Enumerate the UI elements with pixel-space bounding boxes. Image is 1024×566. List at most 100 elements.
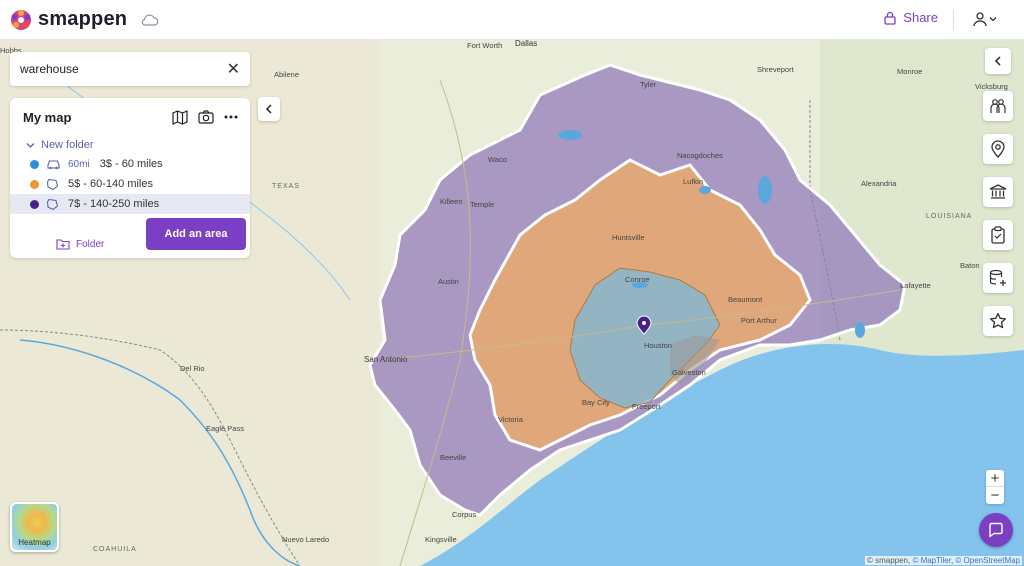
- heatmap-toggle[interactable]: Heatmap: [10, 502, 59, 552]
- polygon-icon: [46, 197, 62, 211]
- more-options-icon[interactable]: [224, 115, 238, 119]
- search-input[interactable]: [20, 62, 227, 76]
- attribution-prefix: © smappen,: [866, 556, 913, 565]
- map-pin-icon: [991, 140, 1005, 158]
- maptiler-link[interactable]: © MapTiler: [912, 556, 951, 565]
- city-label: Vicksburg: [975, 82, 1008, 91]
- zoom-out-button[interactable]: −: [986, 487, 1004, 504]
- user-menu-button[interactable]: [972, 11, 998, 27]
- logo[interactable]: smappen: [10, 8, 127, 31]
- camera-icon[interactable]: [198, 110, 214, 124]
- map-attribution: © smappen, © MapTiler, © OpenStreetMap: [864, 556, 1022, 565]
- area-row[interactable]: 60mi 3$ - 60 miles: [10, 154, 250, 174]
- demographics-button[interactable]: [983, 91, 1013, 121]
- star-icon: [989, 312, 1007, 329]
- area-color-dot: [30, 199, 39, 209]
- region-label: COAHUILA: [93, 546, 137, 553]
- city-label: Temple: [470, 200, 495, 209]
- area-color-dot: [30, 159, 39, 169]
- clipboard-icon: [991, 226, 1005, 244]
- city-label: Tyler: [640, 80, 657, 89]
- city-label: Nacogdoches: [677, 151, 723, 160]
- city-label: Waco: [488, 155, 507, 164]
- app-name: smappen: [38, 8, 128, 30]
- add-data-button[interactable]: [983, 263, 1013, 293]
- city-label: Freeport: [632, 402, 661, 411]
- institutions-button[interactable]: [983, 177, 1013, 207]
- city-label: Nuevo Laredo: [282, 535, 330, 544]
- folder-button-label: Folder: [76, 238, 105, 250]
- header-divider: [953, 10, 954, 30]
- clear-search-icon[interactable]: ✕: [227, 59, 240, 79]
- city-label: Eagle Pass: [206, 424, 244, 433]
- share-label: Share: [903, 10, 938, 25]
- chevron-left-icon: [994, 56, 1001, 66]
- area-label: 5$ - 60-140 miles: [68, 178, 153, 190]
- area-row[interactable]: 5$ - 60-140 miles: [10, 174, 250, 194]
- city-label: Dallas: [515, 40, 538, 48]
- city-label: Shreveport: [757, 65, 794, 74]
- database-plus-icon: [989, 269, 1006, 286]
- zoom-in-button[interactable]: +: [986, 470, 1004, 487]
- my-map-panel: My map New folder 60mi 3$ - 60 miles 5$ …: [10, 98, 250, 258]
- favorites-button[interactable]: [983, 306, 1013, 336]
- bank-icon: [989, 184, 1007, 199]
- city-label: Del Rio: [180, 364, 205, 373]
- search-box: ✕: [10, 52, 250, 86]
- city-label: Lafayette: [900, 281, 931, 290]
- city-label: San Antonio: [364, 355, 408, 364]
- city-label: Alexandria: [861, 179, 897, 188]
- chevron-down-icon: [989, 17, 997, 22]
- city-label: Baton: [960, 261, 980, 270]
- panel-title: My map: [23, 109, 72, 125]
- map-view-icon[interactable]: [172, 109, 188, 125]
- chat-button[interactable]: [979, 513, 1013, 547]
- city-label: Killeen: [440, 197, 463, 206]
- places-button[interactable]: [983, 134, 1013, 164]
- city-label: Lufkin: [683, 177, 704, 186]
- folder-row[interactable]: New folder: [10, 136, 250, 154]
- city-label: Bay City: [582, 398, 610, 407]
- area-color-dot: [30, 179, 39, 189]
- user-icon: [973, 12, 987, 27]
- collapse-panel-button[interactable]: [258, 97, 280, 121]
- heatmap-label: Heatmap: [18, 538, 51, 547]
- city-label: Port Arthur: [741, 316, 777, 325]
- city-label: Beeville: [440, 453, 467, 462]
- chat-icon: [989, 522, 1003, 538]
- share-button[interactable]: Share: [883, 10, 938, 25]
- chevron-left-icon: [265, 104, 272, 114]
- area-label: 3$ - 60 miles: [99, 158, 163, 170]
- city-label: Abilene: [274, 70, 300, 79]
- osm-link[interactable]: © OpenStreetMap: [955, 556, 1020, 565]
- chevron-down-icon: [26, 142, 35, 148]
- people-icon: [990, 99, 1006, 113]
- area-row-selected[interactable]: 7$ - 140-250 miles: [10, 194, 250, 214]
- folder-name: New folder: [41, 139, 94, 151]
- expand-toolbar-button[interactable]: [985, 48, 1011, 74]
- folder-plus-icon: [56, 239, 70, 250]
- lock-icon: [884, 11, 896, 25]
- city-label: Conroe: [625, 275, 650, 284]
- city-label: Huntsville: [612, 233, 645, 242]
- region-label: TEXAS: [272, 183, 300, 190]
- area-label: 7$ - 140-250 miles: [68, 198, 160, 210]
- city-label: Fort Worth: [467, 41, 503, 50]
- city-label: Victoria: [498, 415, 523, 424]
- add-folder-button[interactable]: Folder: [56, 238, 104, 250]
- region-label: LOUISIANA: [926, 213, 973, 220]
- top-bar: smappen Share: [0, 0, 1024, 40]
- city-label: Corpus: [452, 510, 477, 519]
- cloud-sync-icon: [141, 14, 159, 26]
- city-label: Monroe: [897, 67, 923, 76]
- polygon-icon: [46, 177, 62, 191]
- add-area-button[interactable]: Add an area: [146, 218, 246, 250]
- city-label: Houston: [644, 341, 672, 350]
- smappen-logo-icon: [11, 9, 31, 30]
- city-label: Galveston: [672, 368, 706, 377]
- panel-header: My map: [10, 98, 250, 136]
- city-label: Kingsville: [425, 535, 457, 544]
- area-distance: 60mi: [68, 158, 90, 170]
- report-button[interactable]: [983, 220, 1013, 250]
- car-icon: [46, 157, 62, 171]
